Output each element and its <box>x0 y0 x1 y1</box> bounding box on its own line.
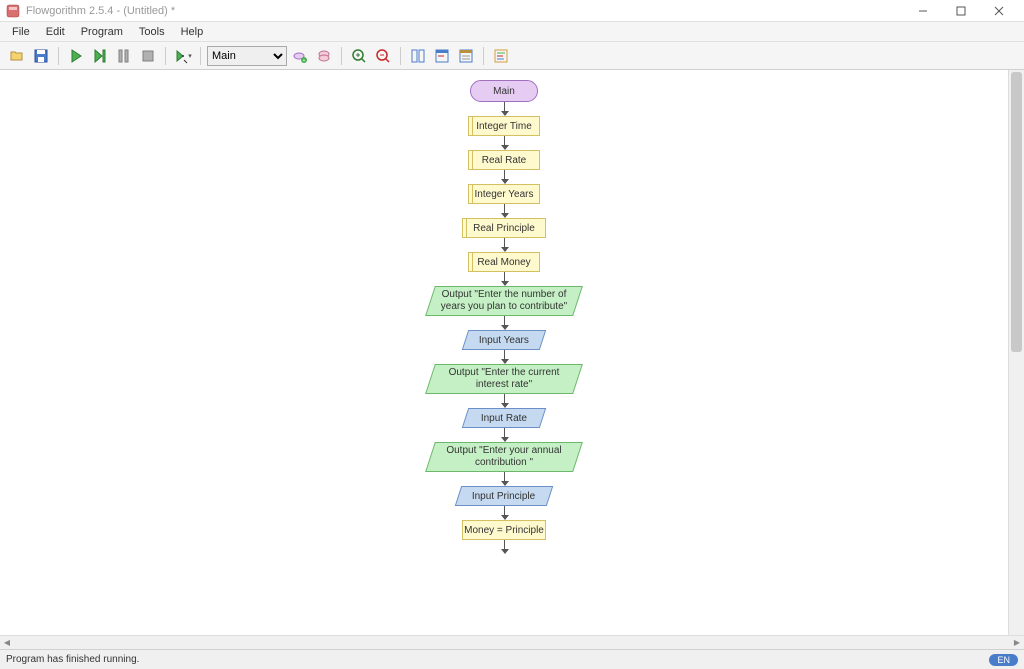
node-output-years-prompt[interactable]: Output "Enter the number of years you pl… <box>425 286 583 316</box>
add-function-icon[interactable]: + <box>289 45 311 67</box>
scroll-right-icon[interactable]: ▶ <box>1010 636 1024 649</box>
vertical-scrollbar[interactable] <box>1008 70 1024 635</box>
zoom-in-icon[interactable] <box>348 45 370 67</box>
language-badge[interactable]: EN <box>989 654 1018 666</box>
step-icon[interactable] <box>89 45 111 67</box>
layout-icon[interactable] <box>407 45 429 67</box>
window-title: Flowgorithm 2.5.4 - (Untitled) * <box>26 5 175 17</box>
scroll-left-icon[interactable]: ◀ <box>0 636 14 649</box>
menu-tools[interactable]: Tools <box>131 24 173 40</box>
node-declare-money[interactable]: Real Money <box>468 252 540 272</box>
node-input-principle[interactable]: Input Principle <box>455 486 553 506</box>
function-select[interactable]: Main <box>207 46 287 66</box>
menu-edit[interactable]: Edit <box>38 24 73 40</box>
node-output-rate-prompt[interactable]: Output "Enter the current interest rate" <box>425 364 583 394</box>
scroll-thumb[interactable] <box>1011 72 1022 352</box>
horizontal-scrollbar[interactable]: ◀ ▶ <box>0 635 1024 649</box>
node-assign-money[interactable]: Money = Principle <box>462 520 546 540</box>
close-button[interactable] <box>980 0 1018 22</box>
node-input-rate[interactable]: Input Rate <box>462 408 546 428</box>
canvas-area: Main Integer Time Real Rate Integer Year… <box>0 70 1024 635</box>
status-text: Program has finished running. <box>6 654 139 665</box>
speed-icon[interactable]: ▾ <box>172 45 194 67</box>
svg-text:+: + <box>303 58 306 64</box>
node-declare-time[interactable]: Integer Time <box>468 116 540 136</box>
node-output-contribution-prompt[interactable]: Output "Enter your annual contribution " <box>425 442 583 472</box>
node-declare-years[interactable]: Integer Years <box>468 184 540 204</box>
titlebar: Flowgorithm 2.5.4 - (Untitled) * <box>0 0 1024 22</box>
open-icon[interactable] <box>6 45 28 67</box>
stop-icon[interactable] <box>137 45 159 67</box>
minimize-button[interactable] <box>904 0 942 22</box>
node-declare-rate[interactable]: Real Rate <box>468 150 540 170</box>
run-icon[interactable] <box>65 45 87 67</box>
flowchart-canvas[interactable]: Main Integer Time Real Rate Integer Year… <box>0 70 1008 635</box>
toolbar: ▾ Main + <box>0 42 1024 70</box>
pause-icon[interactable] <box>113 45 135 67</box>
menubar: File Edit Program Tools Help <box>0 22 1024 42</box>
node-main[interactable]: Main <box>470 80 538 102</box>
menu-program[interactable]: Program <box>73 24 131 40</box>
menu-file[interactable]: File <box>4 24 38 40</box>
zoom-out-icon[interactable] <box>372 45 394 67</box>
console-icon[interactable] <box>431 45 453 67</box>
node-input-years[interactable]: Input Years <box>462 330 546 350</box>
maximize-button[interactable] <box>942 0 980 22</box>
source-code-icon[interactable] <box>490 45 512 67</box>
variables-icon[interactable] <box>455 45 477 67</box>
node-declare-principle[interactable]: Real Principle <box>462 218 546 238</box>
app-logo-icon <box>6 4 20 18</box>
save-icon[interactable] <box>30 45 52 67</box>
edit-function-icon[interactable] <box>313 45 335 67</box>
statusbar: Program has finished running. EN <box>0 649 1024 669</box>
menu-help[interactable]: Help <box>173 24 212 40</box>
